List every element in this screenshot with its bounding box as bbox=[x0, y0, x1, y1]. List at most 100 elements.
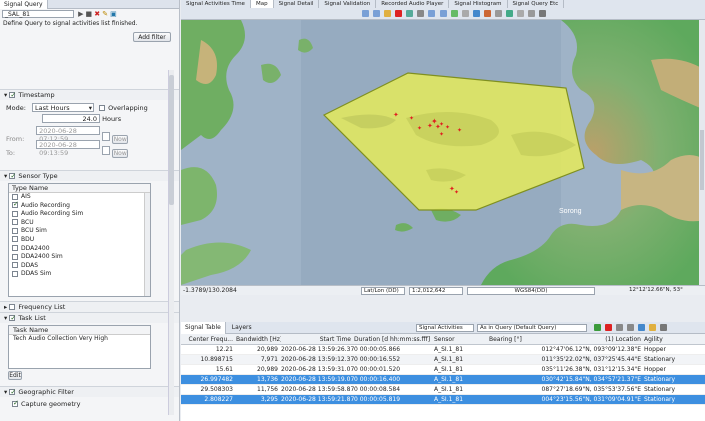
type-name-column-header[interactable]: Type Name bbox=[9, 184, 150, 193]
column-header[interactable]: (1) Location bbox=[539, 334, 644, 345]
task-list-checkbox[interactable] bbox=[9, 313, 16, 324]
back-icon[interactable] bbox=[362, 9, 369, 17]
signal-marker[interactable]: ✦ bbox=[417, 125, 422, 132]
left-panel-scrollbar[interactable] bbox=[168, 70, 174, 415]
save-icon[interactable]: ▣ bbox=[110, 10, 117, 18]
column-header[interactable]: Center Frequ... bbox=[181, 334, 236, 345]
signal-marker[interactable]: ✦ bbox=[445, 124, 450, 131]
frequency-list-checkbox[interactable] bbox=[9, 304, 16, 310]
task-name-column-header[interactable]: Task Name bbox=[9, 326, 150, 335]
hours-input[interactable]: 24.0 bbox=[42, 114, 100, 123]
collapse-icon[interactable]: ▾ bbox=[4, 172, 7, 180]
table-row[interactable]: 2.808227 3,295 2020-06-28 13:59:21.8750 00… bbox=[181, 395, 705, 405]
edit-icon[interactable]: ✎ bbox=[102, 10, 108, 18]
collapse-icon[interactable]: ▾ bbox=[4, 314, 7, 322]
to-calendar-icon[interactable] bbox=[102, 146, 111, 155]
forward-icon[interactable] bbox=[373, 9, 381, 17]
column-header[interactable]: Bandwidth [Hz] bbox=[236, 334, 281, 345]
task-list-section-header[interactable]: ▾ Task List bbox=[0, 312, 179, 324]
column-header[interactable]: Bearing [°] bbox=[489, 334, 539, 345]
sensor-type-checkbox[interactable] bbox=[12, 262, 18, 269]
table-row[interactable]: 10.898715 7,971 2020-06-28 13:59:12.3750 0… bbox=[181, 355, 705, 365]
sensor-type-item[interactable]: DDAS bbox=[9, 262, 150, 271]
sensor-type-checkbox[interactable] bbox=[12, 219, 18, 226]
scale-select[interactable]: 1:2,012,642 bbox=[409, 287, 463, 295]
tab-signal-detail[interactable]: Signal Detail bbox=[274, 0, 320, 8]
export-icon[interactable] bbox=[648, 324, 656, 331]
from-input[interactable]: 2020-06-28 07:12:59 bbox=[36, 126, 101, 143]
sensor-list-scrollbar[interactable] bbox=[144, 193, 150, 296]
sensor-type-checkbox[interactable] bbox=[12, 200, 19, 209]
signal-marker[interactable]: ✦ bbox=[439, 131, 444, 138]
run-icon[interactable]: ▶ bbox=[78, 10, 83, 18]
select-icon[interactable] bbox=[461, 9, 469, 17]
export-icon[interactable] bbox=[506, 9, 514, 17]
overlapping-checkbox[interactable] bbox=[99, 105, 106, 111]
sensor-type-checkbox[interactable] bbox=[12, 236, 18, 243]
menu-icon[interactable] bbox=[659, 324, 667, 331]
column-header[interactable]: Agility bbox=[644, 334, 694, 345]
signal-marker[interactable]: ✦ bbox=[439, 121, 444, 128]
table-row[interactable]: 12.21 20,989 2020-06-28 13:59:26.3760 00:0… bbox=[181, 345, 705, 355]
tab-signal-histogram[interactable]: Signal Histogram bbox=[449, 0, 508, 8]
tab-signal-validation[interactable]: Signal Validation bbox=[319, 0, 377, 8]
expand-icon[interactable]: ▸ bbox=[4, 303, 7, 311]
collapse-icon[interactable]: ▾ bbox=[4, 388, 7, 396]
timestamp-checkbox[interactable] bbox=[9, 90, 16, 101]
tab-signal-query-etc[interactable]: Signal Query Etc bbox=[508, 0, 565, 8]
more-icon[interactable] bbox=[528, 9, 536, 17]
tab-signal-activities-time[interactable]: Signal Activities Time bbox=[181, 0, 251, 8]
signal-activities-select[interactable]: Signal Activities bbox=[416, 324, 474, 332]
table-row[interactable]: 26.997482 13,736 2020-06-28 13:59:19.0750 … bbox=[181, 375, 705, 385]
query-filter-select[interactable]: As in Query (Default Query) bbox=[477, 324, 587, 332]
refresh-icon[interactable] bbox=[406, 9, 414, 17]
timestamp-section-header[interactable]: ▾ Timestamp bbox=[0, 89, 179, 101]
sensor-type-item[interactable]: BCU Sim bbox=[9, 227, 150, 236]
geographic-filter-checkbox[interactable] bbox=[9, 387, 16, 398]
sensor-type-item[interactable]: DDAS Sim bbox=[9, 270, 150, 279]
sensor-type-checkbox[interactable] bbox=[12, 227, 18, 234]
grid-icon[interactable] bbox=[494, 9, 502, 17]
columns-icon[interactable] bbox=[637, 324, 645, 331]
mode-select[interactable]: Last Hours ▾ bbox=[31, 103, 94, 112]
tab-signal-query[interactable]: Signal Query bbox=[0, 0, 48, 9]
signal-marker[interactable]: ✦ bbox=[409, 115, 414, 122]
sensor-type-section-header[interactable]: ▾ Sensor Type bbox=[0, 170, 179, 182]
signal-marker[interactable]: ✦ bbox=[393, 111, 399, 119]
zoom-out-icon[interactable] bbox=[439, 9, 447, 17]
sensor-type-checkbox[interactable] bbox=[12, 193, 18, 200]
stop-icon[interactable]: ■ bbox=[86, 10, 93, 18]
signal-marker[interactable]: ✦ bbox=[454, 189, 459, 196]
tab-signal-table[interactable]: Signal Table bbox=[181, 322, 226, 334]
column-header[interactable]: Duration [d hh:mm:ss.fff] bbox=[354, 334, 434, 345]
settings-icon[interactable] bbox=[517, 9, 525, 17]
sensor-type-item[interactable]: DDA2400 Sim bbox=[9, 253, 150, 262]
menu-icon[interactable] bbox=[539, 9, 547, 17]
tab-recorded-audio-player[interactable]: Recorded Audio Player bbox=[376, 0, 450, 8]
column-header[interactable]: Sensor bbox=[434, 334, 489, 345]
pan-icon[interactable] bbox=[417, 9, 425, 17]
add-filter-button[interactable]: Add filter bbox=[133, 32, 171, 42]
sensor-type-checkbox[interactable] bbox=[12, 210, 18, 217]
sensor-type-checkbox[interactable] bbox=[9, 171, 16, 182]
table-row[interactable]: 29.508303 11,756 2020-06-28 13:59:58.8750 … bbox=[181, 385, 705, 395]
capture-geometry-checkbox[interactable] bbox=[12, 399, 19, 407]
tab-map[interactable]: Map bbox=[250, 0, 274, 8]
layers-icon[interactable] bbox=[450, 9, 458, 17]
frequency-list-section-header[interactable]: ▸ Frequency List bbox=[0, 301, 179, 312]
crs-select[interactable]: Lat/Lon (DD) bbox=[361, 287, 405, 295]
measure-icon[interactable] bbox=[472, 9, 480, 17]
table-row[interactable]: 15.61 20,989 2020-06-28 13:59:31.0750 00:0… bbox=[181, 365, 705, 375]
map-view[interactable]: ✦ ✦ ✦ ✦ ✦ ✦ ✦ ✦ ✦ ✦ ✦ ✦ Sorong bbox=[181, 20, 705, 285]
refresh-icon[interactable] bbox=[626, 324, 634, 331]
filter-icon[interactable] bbox=[615, 324, 623, 331]
stop-icon[interactable] bbox=[395, 9, 403, 17]
task-row[interactable]: Tech Audio Collection Very High bbox=[9, 335, 150, 344]
to-now-button[interactable]: Now bbox=[112, 149, 129, 158]
home-icon[interactable] bbox=[384, 9, 392, 17]
draw-icon[interactable] bbox=[483, 9, 491, 17]
sensor-type-item[interactable]: BCU bbox=[9, 219, 150, 228]
map-canvas[interactable]: ✦ ✦ ✦ ✦ ✦ ✦ ✦ ✦ ✦ ✦ ✦ ✦ Sorong bbox=[181, 20, 705, 285]
sensor-type-item[interactable]: BDU bbox=[9, 236, 150, 245]
sensor-type-item[interactable]: AIS bbox=[9, 193, 150, 202]
